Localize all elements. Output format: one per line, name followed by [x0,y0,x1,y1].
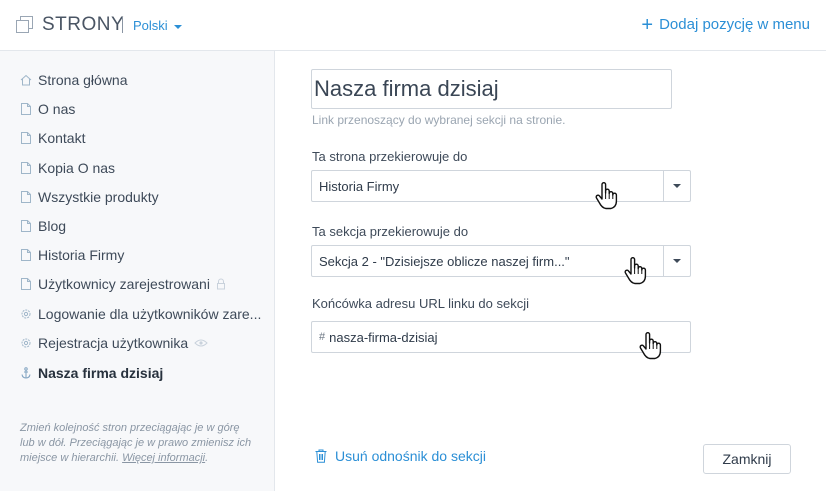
sidebar-item-blog[interactable]: Blog [20,216,66,236]
pages-icon [16,16,34,34]
target-section-value: Sekcja 2 - "Dzisiejsze oblicze naszej fi… [319,253,570,269]
sidebar-item-logowanie[interactable]: Logowanie dla użytkowników zare... [20,304,261,324]
hand-cursor-icon [594,181,620,211]
section-link-form: Nasza firma dzisiaj Link przenoszący do … [276,51,826,491]
remove-section-link-label: Usuń odnośnik do sekcji [335,448,486,464]
add-menu-item-button[interactable]: + Dodaj pozycję w menu [641,13,810,36]
sidebar-item-wszystkie-produkty[interactable]: Wszystkie produkty [20,187,159,207]
hash-prefix: # [319,331,326,343]
add-menu-item-label: Dodaj pozycję w menu [659,16,810,33]
url-suffix-input[interactable]: # nasza-firma-dzisiaj [311,321,691,353]
page-icon [20,190,32,204]
link-name-help: Link przenoszący do wybranej sekcji na s… [312,113,566,127]
sidebar-item-label: Użytkownicy zarejestrowani [38,276,210,292]
caret-down-icon[interactable] [174,25,182,29]
sidebar-item-kontakt[interactable]: Kontakt [20,128,85,148]
sidebar-item-label: Logowanie dla użytkowników zare... [38,306,262,322]
page-icon [20,277,32,291]
anchor-icon [20,366,32,380]
sidebar-item-uzytkownicy-zarejestrowani[interactable]: Użytkownicy zarejestrowani [20,274,226,294]
top-bar: STRONY Polski + Dodaj pozycję w menu [0,0,826,51]
home-icon [20,73,32,87]
url-suffix-value: nasza-firma-dzisiaj [329,329,438,345]
close-button[interactable]: Zamknij [703,444,791,474]
page-title: STRONY [42,14,125,35]
gear-icon [20,336,32,350]
remove-section-link-button[interactable]: Usuń odnośnik do sekcji [315,448,486,464]
sidebar-item-label: Kopia O nas [38,160,116,176]
page-icon [20,161,32,175]
url-suffix-label: Końcówka adresu URL linku do sekcji [312,296,530,311]
sidebar-item-strona-glowna[interactable]: Strona główna [20,70,128,90]
sidebar-item-historia-firmy[interactable]: Historia Firmy [20,245,124,265]
sidebar-item-label: Historia Firmy [38,247,125,263]
link-name-input[interactable]: Nasza firma dzisiaj [311,69,672,109]
eye-icon [194,338,208,348]
caret-down-icon[interactable] [663,171,690,201]
gear-icon [20,307,32,321]
more-info-link[interactable]: Więcej informacji [122,452,205,464]
sidebar-item-nasza-firma-dzisiaj[interactable]: Nasza firma dzisiaj [20,363,163,383]
sidebar-item-label: Rejestracja użytkownika [38,335,189,351]
reorder-hint: Zmień kolejność stron przeciągając je w … [20,422,252,464]
caret-down-icon[interactable] [663,246,690,276]
page-icon [20,219,32,233]
page-icon [20,131,32,145]
target-section-label: Ta sekcja przekierowuje do [312,224,469,239]
target-page-select[interactable]: Historia Firmy [311,170,691,202]
sidebar-item-label: Wszystkie produkty [38,189,159,205]
sidebar-item-label: Nasza firma dzisiaj [38,365,164,381]
plus-icon: + [641,13,654,36]
sidebar-item-label: Strona główna [38,72,128,88]
sidebar-item-o-nas[interactable]: O nas [20,99,75,119]
sidebar-item-label: Kontakt [38,130,86,146]
sidebar-item-kopia-o-nas[interactable]: Kopia O nas [20,158,115,178]
page-icon [20,102,32,116]
language-select[interactable]: Polski [133,18,168,33]
sidebar-item-label: O nas [38,101,76,117]
lock-icon [216,278,226,290]
sidebar-item-label: Blog [38,218,67,234]
hand-cursor-icon [638,331,664,361]
trash-icon [315,449,327,463]
page-icon [20,248,32,262]
title-divider [122,17,123,33]
sidebar: Strona główna O nas Kontakt Kopia O nas … [0,51,275,491]
target-page-label: Ta strona przekierowuje do [312,149,468,164]
sidebar-item-rejestracja[interactable]: Rejestracja użytkownika [20,333,208,353]
hand-cursor-icon [623,256,649,286]
